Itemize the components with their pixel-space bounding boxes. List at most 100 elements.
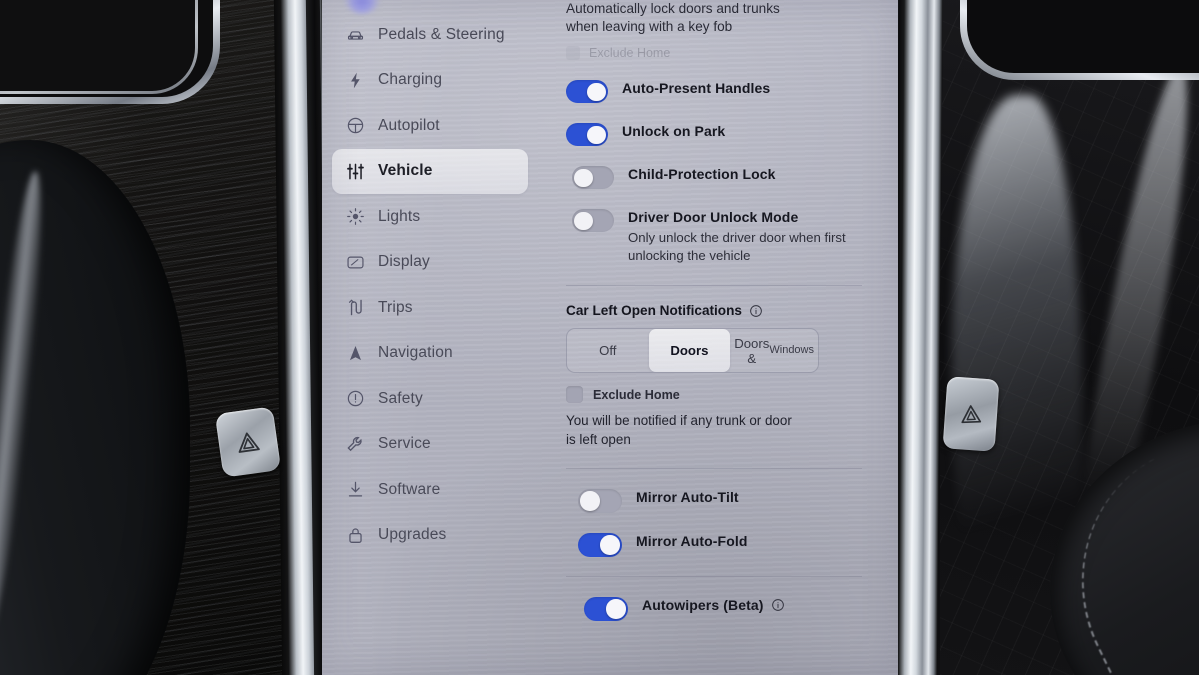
left-air-vent-inner-trim (0, 0, 198, 94)
info-circle-icon[interactable] (749, 304, 763, 318)
sidebar-item-charging[interactable]: Charging (332, 58, 528, 103)
steering-wheel-icon (346, 116, 365, 135)
car-left-open-section-header: Car Left Open Notifications (566, 303, 862, 318)
lightning-bolt-icon (346, 71, 365, 90)
setting-row-autowipers[interactable]: Autowipers (Beta) (566, 596, 862, 622)
alert-circle-icon (346, 389, 365, 408)
toggle-knob (600, 535, 620, 555)
setting-row-child-protection-lock[interactable]: Child-Protection Lock (566, 165, 862, 190)
toggle-knob (580, 491, 600, 511)
sidebar-item-label: Lights (378, 207, 421, 225)
sidebar-item-safety[interactable]: Safety (332, 376, 528, 421)
setting-row-driver-door-unlock-mode[interactable]: Driver Door Unlock Mode Only unlock the … (566, 208, 862, 264)
lock-bag-icon (346, 526, 365, 545)
sidebar-item-label: Pedals & Steering (378, 25, 505, 43)
sidebar-item-label: Service (378, 435, 431, 452)
toggle-driver-door-unlock-mode[interactable] (572, 209, 614, 233)
segment-label-line1: Doors & (734, 335, 770, 366)
right-air-vent-chrome-trim (960, 0, 1199, 80)
download-icon (346, 480, 365, 499)
sun-icon (346, 207, 365, 226)
car-left-open-notice: You will be notified if any trunk or doo… (566, 413, 792, 447)
segment-label: Doors (670, 343, 709, 359)
sidebar-item-pedals-steering[interactable]: Pedals & Steering (332, 12, 528, 57)
car-left-open-exclude-home-checkbox[interactable]: Exclude Home (566, 386, 862, 404)
segment-label: Off (599, 343, 617, 359)
checkbox-box-icon (566, 386, 583, 404)
sidebar-item-label: Upgrades (378, 526, 447, 543)
setting-texts: Unlock on Park (622, 122, 725, 141)
info-circle-icon[interactable] (771, 598, 785, 612)
display-icon (346, 253, 365, 272)
sliders-icon (346, 162, 365, 181)
toggle-autowipers[interactable] (584, 597, 628, 622)
hazard-triangle-icon (961, 405, 982, 424)
right-hazard-triangle-button[interactable] (942, 376, 1000, 452)
setting-label: Mirror Auto-Tilt (636, 489, 739, 506)
screen-bezel-right (892, 0, 944, 675)
setting-texts: Mirror Auto-Tilt (636, 488, 739, 507)
setting-texts: Mirror Auto-Fold (636, 532, 748, 551)
sidebar-item-label: Software (378, 480, 441, 498)
setting-description: Only unlock the driver door when first u… (628, 230, 846, 263)
setting-texts: Driver Door Unlock Mode Only unlock the … (628, 208, 862, 264)
setting-row-unlock-on-park[interactable]: Unlock on Park (566, 122, 862, 147)
toggle-knob (574, 211, 593, 231)
setting-label: Auto-Present Handles (622, 80, 771, 97)
vehicle-settings-panel: Automatically lock doors and trunks when… (538, 0, 898, 675)
walkaway-lock-description: Automatically lock doors and trunks when… (566, 1, 780, 35)
exclude-home-label: Exclude Home (593, 387, 680, 402)
setting-label: Child-Protection Lock (628, 166, 776, 183)
segment-doors-and-windows[interactable]: Doors & Windows (730, 329, 818, 372)
toggle-unlock-on-park[interactable] (566, 123, 608, 147)
sidebar-item-label: Autopilot (378, 116, 440, 134)
sidebar-item-display[interactable]: Display (332, 240, 528, 285)
sidebar-item-autopilot[interactable]: Autopilot (332, 103, 528, 148)
setting-row-mirror-auto-fold[interactable]: Mirror Auto-Fold (566, 532, 862, 558)
walkaway-exclude-home-checkbox[interactable]: Exclude Home (566, 46, 862, 61)
setting-label: Autowipers (Beta) (642, 597, 764, 614)
setting-label: Mirror Auto-Fold (636, 533, 748, 550)
setting-label: Driver Door Unlock Mode (628, 209, 799, 226)
sidebar-item-label: Safety (378, 389, 423, 407)
navigation-arrow-icon (346, 344, 365, 363)
setting-texts: Child-Protection Lock (628, 165, 776, 184)
sidebar-item-trips[interactable]: Trips (332, 285, 528, 330)
section-divider (566, 576, 862, 578)
sidebar-item-label: Display (378, 253, 430, 270)
toggle-knob (587, 125, 606, 145)
sidebar-item-software[interactable]: Software (332, 467, 528, 512)
sidebar-nav-list: Pedals & Steering Charging Autopilot Veh… (322, 0, 538, 558)
segment-off[interactable]: Off (567, 329, 649, 372)
setting-texts: Auto-Present Handles (622, 79, 770, 98)
left-hazard-triangle-button[interactable] (214, 406, 282, 478)
setting-row-auto-present-handles[interactable]: Auto-Present Handles (566, 79, 862, 104)
setting-texts: Autowipers (Beta) (642, 596, 785, 613)
toggle-mirror-auto-fold[interactable] (578, 533, 622, 558)
sidebar-item-upgrades[interactable]: Upgrades (332, 513, 528, 558)
sidebar-item-label: Navigation (378, 344, 453, 361)
sidebar-item-label: Vehicle (378, 162, 433, 179)
checkbox-box-icon (566, 46, 580, 61)
sidebar-item-label: Charging (378, 71, 443, 88)
sidebar-item-vehicle[interactable]: Vehicle (332, 148, 528, 194)
hazard-triangle-icon (238, 432, 260, 453)
sidebar-item-lights[interactable]: Lights (332, 194, 528, 239)
toggle-child-protection-lock[interactable] (572, 166, 614, 190)
sidebar-item-service[interactable]: Service (332, 422, 528, 467)
section-divider (566, 285, 862, 287)
center-touchscreen: Pedals & Steering Charging Autopilot Veh… (322, 0, 898, 675)
section-divider (566, 468, 862, 470)
setting-row-mirror-auto-tilt[interactable]: Mirror Auto-Tilt (566, 488, 862, 514)
toggle-mirror-auto-tilt[interactable] (578, 489, 622, 514)
sidebar-item-navigation[interactable]: Navigation (332, 331, 528, 376)
car-left-open-segmented-control[interactable]: Off Doors Doors & Windows (566, 328, 819, 374)
section-title: Car Left Open Notifications (566, 303, 742, 319)
setting-label: Unlock on Park (622, 123, 726, 140)
toggle-auto-present-handles[interactable] (566, 80, 608, 104)
toggle-knob (574, 168, 593, 188)
segment-doors[interactable]: Doors (648, 329, 731, 373)
winding-road-icon (346, 298, 365, 317)
segment-label-line2: Windows (769, 344, 814, 357)
toggle-knob (587, 82, 606, 102)
